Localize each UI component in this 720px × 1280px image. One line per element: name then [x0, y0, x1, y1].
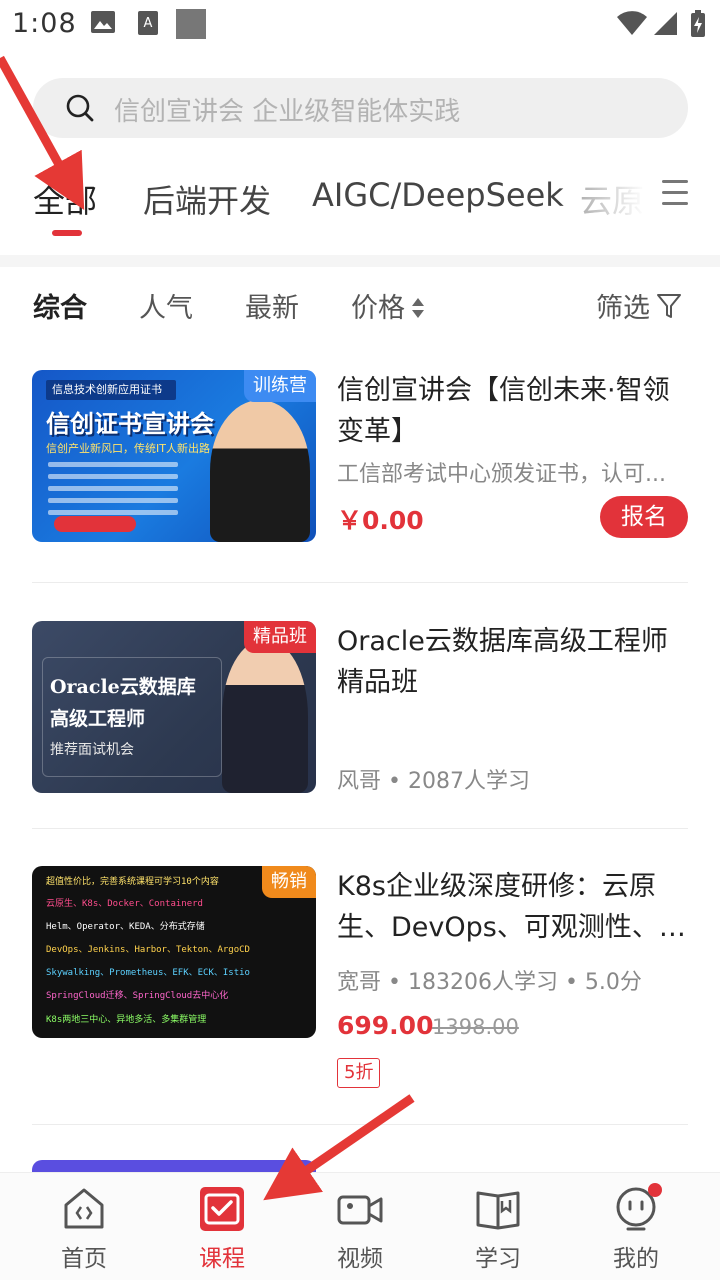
tab-backend[interactable]: 后端开发: [143, 176, 271, 222]
sort-price[interactable]: 价格: [351, 286, 405, 325]
course-meta: 风哥 • 2087人学习: [337, 769, 530, 794]
instructor-photo: [222, 639, 308, 793]
nav-profile[interactable]: 我的: [564, 1173, 708, 1280]
status-bar: 1:08 A: [0, 0, 720, 50]
sort-bar: 综合 人气 最新 价格 筛选: [0, 286, 720, 330]
course-meta: 宽哥 • 183206人学习 • 5.0分: [337, 970, 642, 995]
sort-comprehensive[interactable]: 综合: [33, 286, 87, 325]
notification-dot: [648, 1183, 662, 1197]
thumb-cta: [54, 516, 136, 532]
course-thumbnail[interactable]: [32, 1160, 316, 1172]
video-icon: [337, 1195, 383, 1225]
instructor-photo: [210, 400, 310, 542]
course-title[interactable]: 信创宣讲会【信创未来·智领变革】: [337, 370, 687, 452]
search-input[interactable]: 信创宣讲会 企业级智能体实践: [33, 78, 688, 138]
course-card-partial[interactable]: [32, 1160, 688, 1172]
filter-icon[interactable]: [656, 292, 682, 320]
nav-label: 首页: [61, 1246, 107, 1272]
status-time: 1:08: [12, 8, 77, 39]
course-thumbnail[interactable]: 信息技术创新应用证书 信创证书宣讲会 信创产业新风口，传统IT人新出路 训练营: [32, 370, 316, 542]
search-placeholder: 信创宣讲会 企业级智能体实践: [114, 97, 461, 127]
nav-study[interactable]: 学习: [426, 1173, 570, 1280]
sort-newest[interactable]: 最新: [245, 286, 299, 325]
sort-arrows-icon: [412, 298, 424, 318]
sort-popularity[interactable]: 人气: [139, 286, 193, 325]
course-tag: 畅销: [262, 866, 316, 898]
svg-text:A: A: [144, 16, 153, 31]
thumb-line: Helm、Operator、KEDA、分布式存储: [46, 922, 205, 932]
course-price: ￥0.00: [337, 506, 424, 535]
wifi-icon: [617, 11, 647, 35]
thumb-line: 高级工程师: [50, 708, 146, 730]
course-icon: [200, 1187, 244, 1231]
tab-all[interactable]: 全部: [33, 176, 97, 222]
battery-charging-icon: [691, 10, 705, 37]
image-notification-icon: [91, 11, 115, 33]
tab-overflow-fade: [560, 168, 660, 238]
course-thumbnail[interactable]: Oracle云数据库 高级工程师 推荐面试机会 精品班: [32, 621, 316, 793]
thumb-line: DevOps、Jenkins、Harbor、Tekton、ArgoCD: [46, 945, 250, 955]
course-card[interactable]: Oracle云数据库 高级工程师 推荐面试机会 精品班 Oracle云数据库高级…: [32, 621, 688, 797]
course-title[interactable]: Oracle云数据库高级工程师精品班: [337, 621, 687, 703]
course-title[interactable]: K8s企业级深度研修：云原生、DevOps、可观测性、…: [337, 866, 687, 948]
nav-video[interactable]: 视频: [288, 1173, 432, 1280]
discount-badge: 5折: [337, 1058, 381, 1088]
divider: [32, 828, 688, 829]
thumb-line: Oracle云数据库: [50, 676, 196, 698]
course-card[interactable]: 信息技术创新应用证书 信创证书宣讲会 信创产业新风口，传统IT人新出路 训练营 …: [32, 370, 688, 546]
thumb-badge: 信息技术创新应用证书: [46, 380, 176, 400]
course-tag: 精品班: [244, 621, 316, 653]
thumb-headline: Oracle云数据库 高级工程师: [50, 671, 196, 735]
filter-button[interactable]: 筛选: [596, 286, 650, 325]
nav-home[interactable]: 首页: [12, 1173, 156, 1280]
nav-label: 课程: [199, 1246, 245, 1272]
thumb-line: Skywalking、Prometheus、EFK、ECK、Istio: [46, 968, 250, 978]
book-icon: [476, 1191, 520, 1230]
divider: [32, 1124, 688, 1125]
course-price: 699.00: [337, 1011, 434, 1040]
thumb-line: 云原生、K8s、Docker、Containerd: [46, 899, 203, 909]
nav-label: 学习: [475, 1246, 521, 1272]
thumb-subline: 信创产业新风口，传统IT人新出路: [46, 442, 210, 455]
thumb-line: K8s两地三中心、异地多活、多集群管理: [46, 1015, 207, 1025]
nav-label: 我的: [613, 1246, 659, 1272]
section-divider: [0, 255, 720, 267]
course-tag: 训练营: [244, 370, 316, 402]
category-tabs: 全部 后端开发 AIGC/DeepSeek 云原: [0, 168, 720, 248]
font-notification-icon: A: [138, 11, 158, 35]
thumb-line: SpringCloud迁移、SpringCloud去中心化: [46, 991, 229, 1001]
signal-icon: [654, 12, 677, 35]
app-notification-icon: [176, 9, 206, 39]
app-screen: 1:08 A 信创宣讲会 企业级智能体实践 全部 后端开发 AIGC/DeepS…: [0, 0, 720, 1280]
course-thumbnail[interactable]: 超值性价比，完善系统课程可学习10个内容 云原生、K8s、Docker、Cont…: [32, 866, 316, 1038]
search-icon: [66, 94, 94, 122]
active-tab-indicator: [52, 230, 82, 236]
course-subtitle: 工信部考试中心颁发证书，认可...: [337, 462, 666, 487]
enroll-button[interactable]: 报名: [600, 496, 688, 538]
home-icon: [64, 1188, 104, 1229]
thumb-bullets: [48, 462, 178, 522]
course-card[interactable]: 超值性价比，完善系统课程可学习10个内容 云原生、K8s、Docker、Cont…: [32, 866, 688, 1096]
divider: [32, 582, 688, 583]
thumb-line: 超值性价比，完善系统课程可学习10个内容: [46, 877, 219, 887]
nav-course[interactable]: 课程: [150, 1173, 294, 1280]
bottom-navigation: 首页 课程 视频 学习 我的: [0, 1172, 720, 1280]
category-menu-icon[interactable]: [662, 180, 690, 210]
tab-aigc[interactable]: AIGC/DeepSeek: [312, 176, 564, 214]
thumb-headline: 信创证书宣讲会: [46, 410, 214, 438]
nav-label: 视频: [337, 1246, 383, 1272]
original-price: 1398.00: [432, 1015, 519, 1039]
thumb-subline: 推荐面试机会: [50, 742, 134, 758]
